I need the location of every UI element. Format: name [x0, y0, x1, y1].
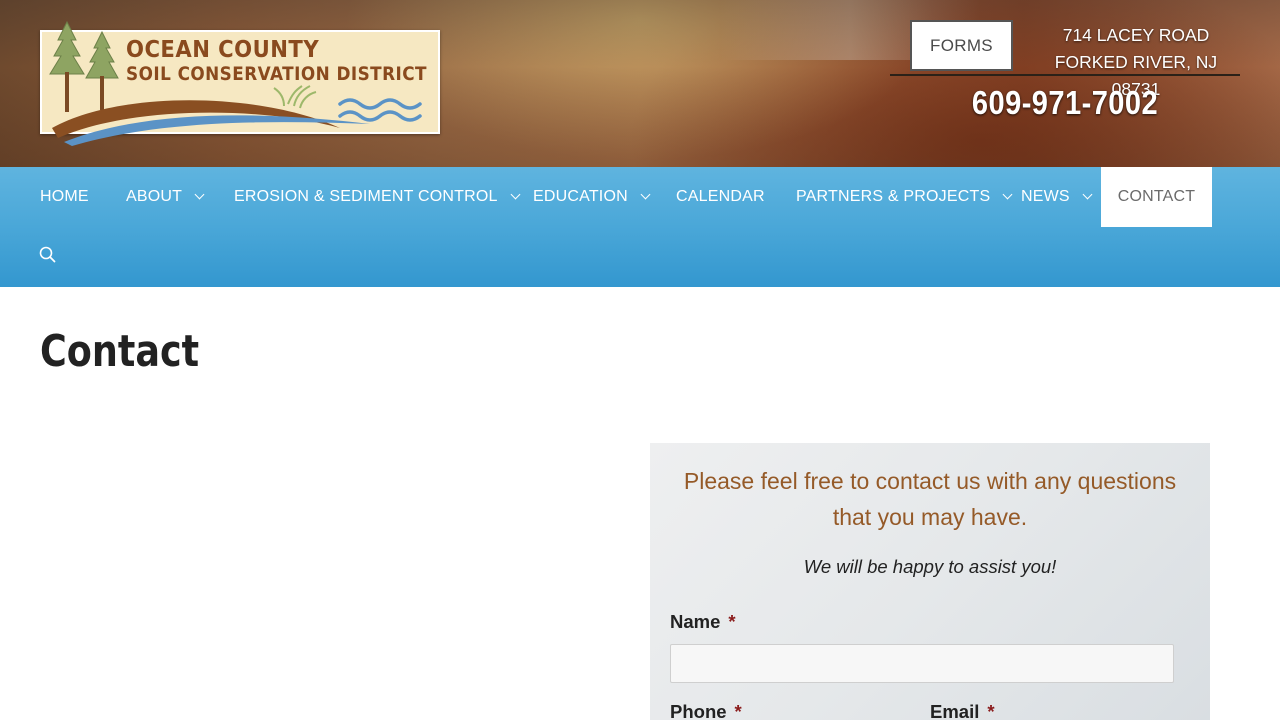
- nav-item-label: CONTACT: [1117, 188, 1196, 205]
- header-divider: [890, 74, 1240, 76]
- nav-item-label: EROSION & SEDIMENT CONTROL: [234, 188, 498, 205]
- nav-item-calendar[interactable]: CALENDAR: [676, 167, 765, 227]
- nav-item-news[interactable]: NEWS: [1021, 167, 1093, 227]
- nav-item-label: NEWS: [1021, 188, 1070, 205]
- address-line1: 714 LACEY ROAD: [1062, 25, 1210, 45]
- main-navigation: HOME ABOUT EROSION & SEDIMENT CONTROL ED…: [0, 167, 1280, 287]
- required-marker: *: [728, 611, 736, 632]
- nav-item-label: CALENDAR: [676, 188, 765, 205]
- nav-item-label: EDUCATION: [533, 188, 628, 205]
- chevron-down-icon: [510, 189, 521, 199]
- email-field-label: Email *: [930, 701, 995, 720]
- chevron-down-icon: [1082, 189, 1093, 199]
- nav-item-education[interactable]: EDUCATION: [533, 167, 651, 227]
- forms-button[interactable]: FORMS: [910, 20, 1013, 71]
- nav-item-home[interactable]: HOME: [40, 167, 89, 227]
- nav-item-label: ABOUT: [126, 188, 183, 205]
- nav-item-about[interactable]: ABOUT: [126, 167, 205, 227]
- site-logo[interactable]: OCEAN COUNTY SOIL CONSERVATION DISTRICT: [40, 20, 440, 146]
- email-label-text: Email: [930, 701, 980, 720]
- site-header: OCEAN COUNTY SOIL CONSERVATION DISTRICT …: [0, 0, 1280, 167]
- name-input[interactable]: [670, 644, 1174, 683]
- phone-number[interactable]: 609-971-7002: [968, 84, 1162, 122]
- logo-title-line2: SOIL CONSERVATION DISTRICT: [126, 64, 427, 85]
- phone-field-label: Phone *: [670, 701, 742, 720]
- name-label-text: Name: [670, 611, 721, 632]
- search-button[interactable]: [38, 245, 58, 265]
- required-marker: *: [734, 701, 742, 720]
- contact-assist-text: We will be happy to assist you!: [803, 556, 1057, 577]
- page-title: Contact: [40, 326, 200, 377]
- phone-label-text: Phone: [670, 701, 727, 720]
- nav-item-label: PARTNERS & PROJECTS: [796, 188, 991, 205]
- chevron-down-icon: [640, 189, 651, 199]
- name-field-label: Name *: [670, 611, 736, 633]
- nav-item-erosion-sediment-control[interactable]: EROSION & SEDIMENT CONTROL: [234, 167, 521, 227]
- search-icon: [39, 246, 56, 263]
- contact-form-panel: Please feel free to contact us with any …: [650, 443, 1210, 720]
- nav-item-partners-projects[interactable]: PARTNERS & PROJECTS: [796, 167, 1013, 227]
- chevron-down-icon: [1002, 189, 1013, 199]
- nav-item-contact[interactable]: CONTACT: [1101, 167, 1212, 227]
- logo-title-line1: OCEAN COUNTY: [126, 37, 320, 63]
- contact-intro-heading: Please feel free to contact us with any …: [683, 468, 1177, 530]
- chevron-down-icon: [194, 189, 205, 199]
- required-marker: *: [987, 701, 995, 720]
- nav-item-label: HOME: [40, 188, 89, 205]
- tree-icon: [49, 20, 119, 79]
